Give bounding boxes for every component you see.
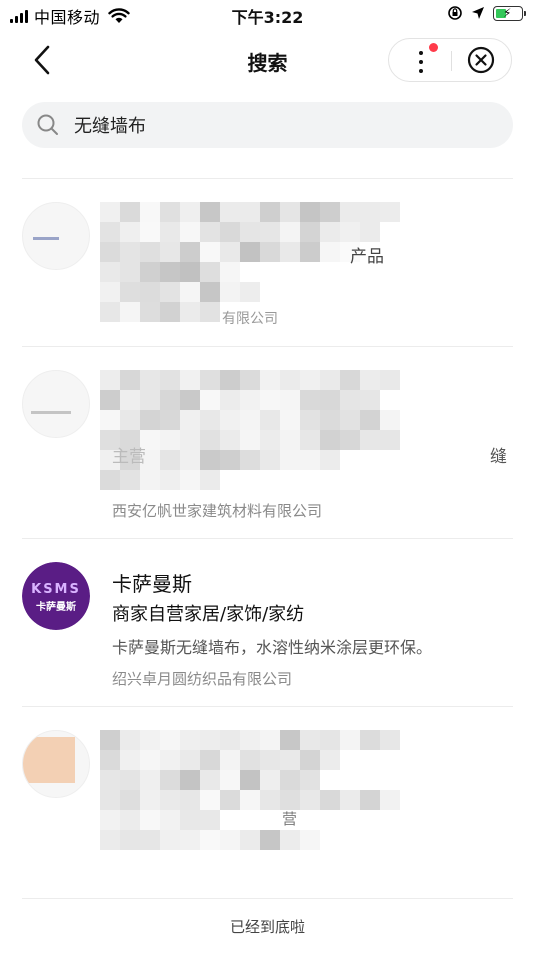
partial-text: 产品 [350, 247, 384, 267]
item-description: 卡萨曼斯无缝墙布，水溶性纳米涂层更环保。 [112, 638, 433, 657]
logo-text: KSMS [31, 582, 81, 597]
mini-program-capsule [388, 38, 512, 82]
search-input[interactable] [74, 102, 494, 148]
item-title: 卡萨曼斯 [112, 572, 192, 596]
search-bar[interactable] [22, 102, 513, 148]
status-right: ⚡ [447, 5, 526, 21]
nav-bar: 搜索 [0, 30, 535, 92]
divider [22, 178, 513, 179]
divider [22, 898, 513, 899]
divider [22, 538, 513, 539]
close-circle-icon [467, 46, 495, 74]
status-bar: 中国移动 下午3:22 ⚡ [0, 0, 535, 30]
divider [22, 346, 513, 347]
partial-text: 营 [282, 810, 298, 828]
more-button[interactable] [389, 39, 451, 81]
logo-subtext: 卡萨曼斯 [36, 602, 76, 613]
result-item-3[interactable]: KSMS 卡萨曼斯 卡萨曼斯 商家自营家居/家饰/家纺 卡萨曼斯无缝墙布，水溶性… [0, 540, 535, 706]
blurred-content [100, 730, 400, 850]
brand-logo: KSMS 卡萨曼斯 [22, 562, 90, 630]
notification-dot [429, 43, 438, 52]
end-of-list-text: 已经到底啦 [229, 918, 305, 936]
result-item-4[interactable]: 营 [0, 708, 535, 898]
avatar [22, 370, 90, 438]
result-item-2[interactable]: 主营 缝 西安亿帆世家建筑材料有限公司 [0, 348, 535, 538]
blurred-content [100, 370, 400, 490]
avatar [22, 202, 90, 270]
more-vertical-icon [419, 51, 423, 73]
avatar [22, 730, 90, 798]
partial-text: 缝 [490, 447, 507, 467]
partial-text: 主营 [112, 447, 146, 467]
result-item-1[interactable]: 产品 有限公司 [0, 180, 535, 346]
company-name: 绍兴卓月圆纺织品有限公司 [112, 670, 293, 688]
company-name: 西安亿帆世家建筑材料有限公司 [112, 502, 323, 520]
orientation-lock-icon [448, 6, 462, 20]
divider [22, 706, 513, 707]
battery-icon: ⚡ [493, 5, 526, 21]
close-button[interactable] [452, 39, 512, 81]
location-icon [472, 7, 484, 19]
search-icon [37, 114, 58, 135]
partial-text: 有限公司 [222, 311, 278, 327]
item-category: 商家自营家居/家饰/家纺 [112, 604, 305, 625]
